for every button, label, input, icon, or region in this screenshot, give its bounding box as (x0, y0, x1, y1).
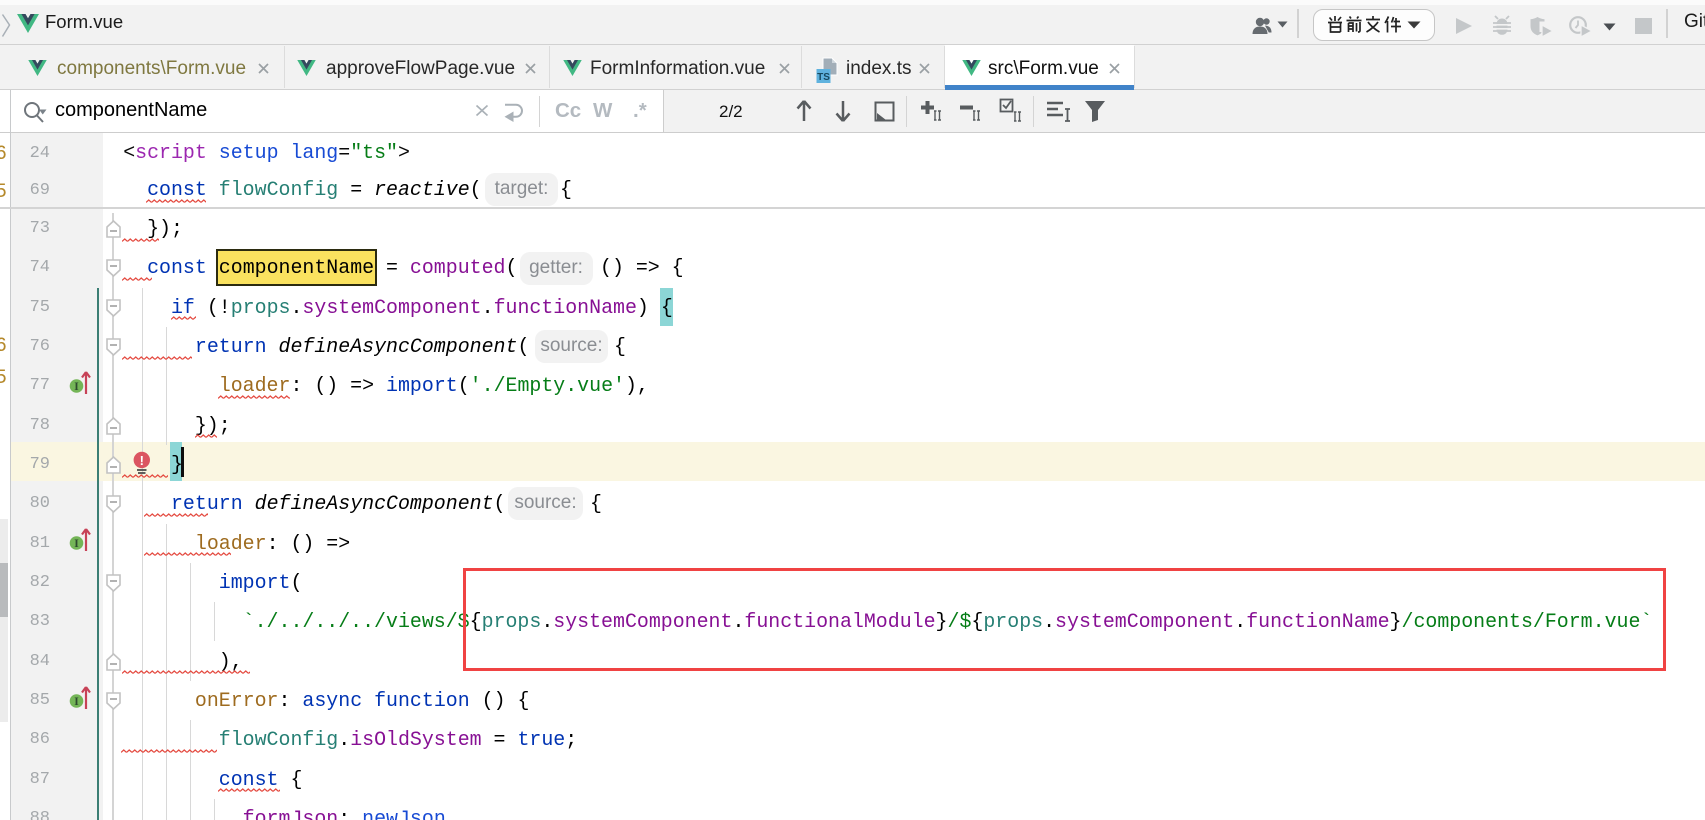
svg-text:I: I (74, 696, 79, 708)
svg-text:!: ! (140, 453, 144, 468)
svg-text:I: I (74, 538, 79, 550)
svg-text:I: I (74, 381, 79, 393)
svg-text:TS: TS (817, 72, 830, 83)
